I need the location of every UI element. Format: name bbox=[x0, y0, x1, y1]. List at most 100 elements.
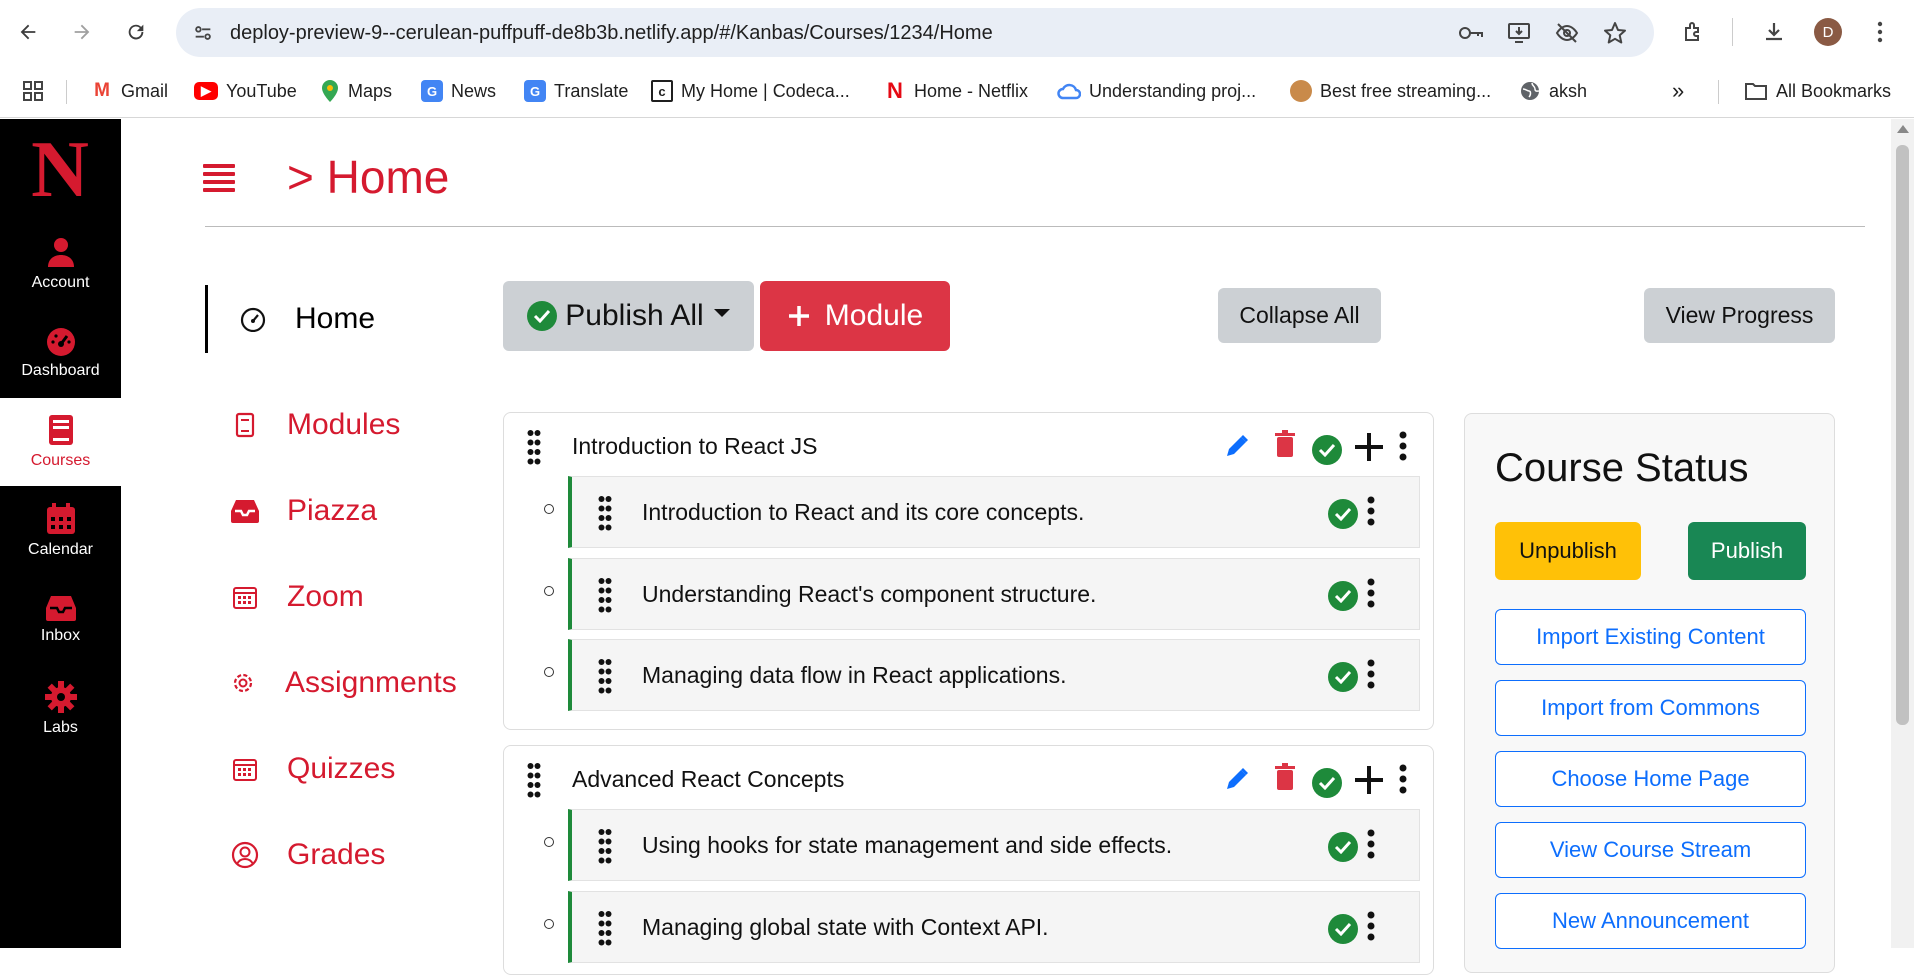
course-nav-piazza[interactable]: Piazza bbox=[205, 477, 465, 545]
lesson-item[interactable]: Managing data flow in React applications… bbox=[568, 639, 1420, 711]
back-button[interactable] bbox=[8, 12, 48, 52]
lesson-title: Introduction to React and its core conce… bbox=[642, 499, 1085, 525]
new-announcement-button[interactable]: New Announcement bbox=[1495, 893, 1806, 949]
course-status-panel: Course Status Unpublish Publish Import E… bbox=[1464, 413, 1835, 973]
kanbas-nav-inbox[interactable]: Inbox bbox=[0, 576, 121, 664]
kanbas-nav-calendar[interactable]: Calendar bbox=[0, 487, 121, 575]
publish-all-button[interactable]: Publish All bbox=[503, 281, 754, 351]
reload-icon bbox=[128, 24, 144, 40]
bookmark-streaming[interactable]: Best free streaming... bbox=[1290, 78, 1491, 104]
lesson-item[interactable]: Managing global state with Context API. bbox=[568, 891, 1420, 963]
module-header[interactable]: Introduction to React JS bbox=[504, 413, 1433, 477]
lesson-item[interactable]: Understanding React's component structur… bbox=[568, 558, 1420, 630]
password-key-icon[interactable] bbox=[1458, 20, 1484, 46]
course-nav-label: Quizzes bbox=[287, 752, 396, 785]
drag-handle-icon[interactable] bbox=[527, 762, 541, 798]
kebab-menu-icon[interactable] bbox=[1367, 496, 1375, 526]
apps-grid-icon[interactable] bbox=[22, 78, 44, 104]
kanbas-nav-labs[interactable]: Labs bbox=[0, 665, 121, 753]
view-progress-button[interactable]: View Progress bbox=[1644, 288, 1835, 343]
install-app-icon[interactable] bbox=[1506, 20, 1532, 46]
all-bookmarks[interactable]: All Bookmarks bbox=[1744, 78, 1891, 104]
bookmark-codecademy[interactable]: c My Home | Codeca... bbox=[651, 78, 850, 104]
trash-icon[interactable] bbox=[1274, 430, 1296, 458]
pencil-icon[interactable] bbox=[1224, 433, 1250, 459]
plus-icon[interactable] bbox=[1353, 764, 1385, 796]
eye-off-icon[interactable] bbox=[1554, 20, 1580, 46]
gear-icon bbox=[44, 681, 77, 713]
nav-label: Account bbox=[31, 274, 90, 291]
plus-icon[interactable] bbox=[1353, 431, 1385, 463]
import-existing-content-button[interactable]: Import Existing Content bbox=[1495, 609, 1806, 665]
kanbas-nav-dashboard[interactable]: Dashboard bbox=[0, 309, 121, 397]
kebab-menu-icon[interactable] bbox=[1399, 764, 1407, 794]
scrollbar-thumb[interactable] bbox=[1896, 145, 1909, 725]
drag-handle-icon[interactable] bbox=[598, 577, 612, 613]
module-title: Introduction to React JS bbox=[572, 433, 818, 459]
chrome-menu-icon[interactable] bbox=[1862, 14, 1898, 50]
kebab-menu-icon[interactable] bbox=[1399, 431, 1407, 461]
check-circle-icon bbox=[1328, 662, 1358, 692]
drag-handle-icon[interactable] bbox=[598, 495, 612, 531]
scroll-up-arrow-icon[interactable] bbox=[1897, 125, 1909, 133]
calendar-outline-icon bbox=[225, 584, 265, 610]
course-nav-home[interactable]: Home bbox=[205, 285, 465, 353]
bookmark-translate[interactable]: G Translate bbox=[524, 78, 628, 104]
bookmark-label: Understanding proj... bbox=[1089, 80, 1257, 101]
course-nav-zoom[interactable]: Zoom bbox=[205, 563, 465, 631]
book-outline-icon bbox=[225, 412, 265, 438]
bookmarks-divider bbox=[66, 80, 67, 104]
check-circle-icon bbox=[1328, 914, 1358, 944]
bookmark-youtube[interactable]: ▶ YouTube bbox=[194, 78, 297, 104]
import-from-commons-button[interactable]: Import from Commons bbox=[1495, 680, 1806, 736]
unpublish-button[interactable]: Unpublish bbox=[1495, 522, 1641, 580]
site-settings-icon[interactable] bbox=[190, 20, 216, 46]
pencil-icon[interactable] bbox=[1224, 766, 1250, 792]
northeastern-logo[interactable]: N bbox=[20, 130, 100, 210]
view-course-stream-button[interactable]: View Course Stream bbox=[1495, 822, 1806, 878]
kanbas-nav-courses[interactable]: Courses bbox=[0, 398, 121, 486]
downloads-icon[interactable] bbox=[1756, 14, 1792, 50]
drag-handle-icon[interactable] bbox=[527, 429, 541, 465]
bookmark-star-icon[interactable] bbox=[1602, 20, 1628, 46]
kebab-menu-icon[interactable] bbox=[1367, 829, 1375, 859]
trash-icon[interactable] bbox=[1274, 763, 1296, 791]
reload-button[interactable] bbox=[116, 12, 156, 52]
kebab-menu-icon[interactable] bbox=[1367, 659, 1375, 689]
kanbas-nav-account[interactable]: Account bbox=[0, 220, 121, 308]
address-bar[interactable]: deploy-preview-9--cerulean-puffpuff-de8b… bbox=[176, 8, 1654, 57]
add-module-button[interactable]: Module bbox=[760, 281, 950, 351]
extensions-icon[interactable] bbox=[1676, 14, 1712, 50]
lesson-title: Using hooks for state management and sid… bbox=[642, 832, 1173, 858]
bookmark-understanding[interactable]: Understanding proj... bbox=[1057, 78, 1256, 104]
bookmark-gmail[interactable]: M Gmail bbox=[91, 78, 168, 104]
module-header[interactable]: Advanced React Concepts bbox=[504, 746, 1433, 810]
forward-button[interactable] bbox=[62, 12, 102, 52]
drag-handle-icon[interactable] bbox=[598, 658, 612, 694]
kebab-menu-icon[interactable] bbox=[1367, 911, 1375, 941]
course-nav-quizzes[interactable]: Quizzes bbox=[205, 735, 465, 803]
publish-button[interactable]: Publish bbox=[1688, 522, 1806, 580]
course-nav-grades[interactable]: Grades bbox=[205, 821, 465, 889]
lesson-item[interactable]: Using hooks for state management and sid… bbox=[568, 809, 1420, 881]
page-scrollbar[interactable] bbox=[1891, 119, 1914, 948]
profile-avatar[interactable]: D bbox=[1810, 14, 1846, 50]
course-nav-assignments[interactable]: Assignments bbox=[205, 649, 465, 717]
bookmark-maps[interactable]: Maps bbox=[320, 78, 392, 104]
bookmark-news[interactable]: G News bbox=[421, 78, 496, 104]
choose-home-page-button[interactable]: Choose Home Page bbox=[1495, 751, 1806, 807]
more-bookmarks-chevron-icon[interactable]: » bbox=[1672, 78, 1684, 104]
module-title: Advanced React Concepts bbox=[572, 766, 845, 792]
drag-handle-icon[interactable] bbox=[598, 910, 612, 946]
publish-all-label: Publish All bbox=[565, 299, 704, 332]
drag-handle-icon[interactable] bbox=[598, 828, 612, 864]
bookmark-aksh[interactable]: aksh bbox=[1519, 78, 1587, 104]
lesson-item[interactable]: Introduction to React and its core conce… bbox=[568, 476, 1420, 548]
course-nav-modules[interactable]: Modules bbox=[205, 391, 465, 459]
bookmark-netflix[interactable]: N Home - Netflix bbox=[884, 78, 1028, 104]
hamburger-menu-icon[interactable] bbox=[203, 162, 235, 192]
bookmark-label: Maps bbox=[348, 80, 393, 101]
module-card: Introduction to React JS Introduction to… bbox=[503, 412, 1434, 730]
collapse-all-button[interactable]: Collapse All bbox=[1218, 288, 1381, 343]
kebab-menu-icon[interactable] bbox=[1367, 578, 1375, 608]
